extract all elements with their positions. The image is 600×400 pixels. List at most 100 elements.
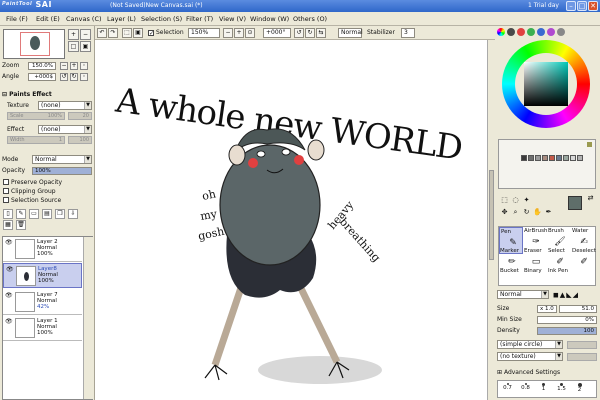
clipping-group-option[interactable]: Clipping Group	[3, 188, 56, 196]
flip-icon[interactable]: ⇆	[316, 28, 326, 38]
canvas[interactable]: A whole new WORLD oh my gosh heavy breat…	[95, 40, 487, 400]
invert-selection-icon[interactable]: ▣	[133, 28, 143, 38]
zoom-down-icon[interactable]: −	[60, 62, 68, 70]
brush-texture-select[interactable]: (no texture) ▼	[497, 352, 563, 361]
nav-actual-icon[interactable]: ▣	[80, 41, 91, 52]
selection-source-option[interactable]: Selection Source	[3, 197, 61, 205]
saturation-value-square[interactable]	[524, 62, 568, 106]
zoom-out-icon[interactable]: −	[223, 28, 233, 38]
rotate-left-icon[interactable]: ↺	[294, 28, 304, 38]
maximize-button[interactable]: □	[577, 1, 587, 11]
deselect-icon[interactable]: ⬚	[122, 28, 132, 38]
scratchpad-tab-icon[interactable]	[547, 28, 555, 36]
lasso-icon[interactable]: ◌	[511, 196, 520, 205]
stabilizer-select[interactable]: 3	[401, 28, 415, 38]
color-wheel[interactable]	[502, 40, 590, 128]
navigator-preview[interactable]	[3, 29, 65, 59]
size-slider[interactable]: 51.0	[559, 305, 597, 313]
nav-zoom-in-icon[interactable]: +	[68, 29, 79, 40]
new-layer-icon[interactable]: ▯	[3, 209, 13, 219]
menu-file[interactable]: File (F)	[6, 15, 28, 23]
rotate-tool-icon[interactable]: ↻	[522, 208, 531, 217]
zoom-in-icon[interactable]: +	[234, 28, 244, 38]
close-button[interactable]: ✕	[588, 1, 598, 11]
rect-select-icon[interactable]: ⬚	[500, 196, 509, 205]
zoom-reset-button-icon[interactable]: ◦	[80, 62, 88, 70]
brush-size-preset[interactable]: 1	[536, 381, 551, 399]
color-swatch[interactable]	[577, 155, 583, 161]
brush-bucket[interactable]: Bucket	[499, 267, 523, 287]
brush-size-preset[interactable]: 2	[572, 381, 587, 399]
brush-mode-select[interactable]: Normal ▼	[497, 290, 549, 299]
preserve-opacity-option[interactable]: Preserve Opacity	[3, 179, 62, 187]
swatch-tab-icon[interactable]	[537, 28, 545, 36]
angle-value[interactable]: +000$	[28, 73, 56, 81]
color-swatch[interactable]	[542, 155, 548, 161]
color-swatch[interactable]	[563, 155, 569, 161]
brush-deselect[interactable]: Deselect ✐	[571, 247, 596, 274]
brush-shape-select[interactable]: (simple circle) ▼	[497, 340, 563, 349]
swap-colors-icon[interactable]: ⇄	[586, 194, 595, 203]
angle-left-icon[interactable]: ↺	[60, 73, 68, 81]
selection-toggle[interactable]: ✓ Selection	[148, 28, 184, 38]
menu-window[interactable]: Window (W)	[250, 15, 289, 23]
color-swatch[interactable]	[521, 155, 527, 161]
expand-icon[interactable]: ⊞	[497, 369, 502, 376]
trash-icon[interactable]: 🗑	[16, 220, 26, 230]
menu-selection[interactable]: Selection (S)	[141, 15, 182, 23]
collapse-icon[interactable]: ⊟	[2, 91, 7, 98]
menu-others[interactable]: Others (O)	[293, 15, 327, 23]
opacity-slider[interactable]: 100%	[32, 167, 92, 175]
width-strength[interactable]: 100	[68, 136, 92, 144]
layer-item[interactable]: 👁 Layer 7 Normal 42%	[3, 290, 82, 315]
primary-color[interactable]	[568, 196, 582, 210]
undo-icon[interactable]: ↶	[97, 28, 107, 38]
brush-shape-icons[interactable]: ◼▲◣◢	[553, 290, 579, 300]
size-multiplier[interactable]: x 1.0	[537, 305, 557, 313]
move-icon[interactable]: ✥	[500, 208, 509, 217]
new-linework-layer-icon[interactable]: ✎	[16, 209, 26, 219]
eye-icon[interactable]: 👁	[5, 319, 13, 325]
color-swatch[interactable]	[570, 155, 576, 161]
nav-zoom-out-icon[interactable]: −	[80, 29, 91, 40]
zoom-select[interactable]: 150%	[188, 28, 220, 38]
scrollbar-thumb[interactable]	[489, 170, 494, 260]
minimize-button[interactable]: –	[566, 1, 576, 11]
menu-edit[interactable]: Edit (E)	[36, 15, 60, 23]
merge-down-icon[interactable]: ⇩	[68, 209, 78, 219]
eye-icon[interactable]: 👁	[5, 240, 13, 246]
color-swatch[interactable]	[556, 155, 562, 161]
min-size-slider[interactable]: 0%	[537, 316, 597, 324]
layer-mode-select[interactable]: Normal ▼	[32, 155, 92, 164]
rotation-field[interactable]: +000°	[263, 28, 291, 38]
brush-size-preset[interactable]: 1.5	[554, 381, 569, 399]
preserve-opacity-checkbox[interactable]	[3, 179, 9, 185]
layer-item[interactable]: 👁 Layer 2 Normal 100%	[3, 237, 82, 262]
scale-slider[interactable]: Scale 100%	[7, 112, 65, 120]
selection-source-checkbox[interactable]	[3, 197, 9, 203]
clipping-group-checkbox[interactable]	[3, 188, 9, 194]
clear-layer-icon[interactable]: ▦	[3, 220, 13, 230]
paints-effect-header[interactable]: ⊟ Paints Effect	[2, 91, 93, 98]
magic-wand-icon[interactable]: ✦	[522, 196, 531, 205]
texture-select[interactable]: (none) ▼	[38, 101, 92, 110]
hand-icon[interactable]: ✋	[533, 208, 542, 217]
eye-icon[interactable]: 👁	[5, 293, 13, 299]
hsv-tab-icon[interactable]	[517, 28, 525, 36]
color-wheel-tab-icon[interactable]	[497, 28, 505, 36]
copy-layer-icon[interactable]: ❐	[55, 209, 65, 219]
advanced-settings-header[interactable]: ⊞ Advanced Settings	[497, 368, 597, 378]
menu-filter[interactable]: Filter (T)	[186, 15, 213, 23]
mixer-tab-icon[interactable]	[527, 28, 535, 36]
zoom-up-icon[interactable]: +	[70, 62, 78, 70]
new-folder-icon[interactable]: ▭	[29, 209, 39, 219]
delete-layer-icon[interactable]: ▤	[42, 209, 52, 219]
menu-view[interactable]: View (V)	[219, 15, 246, 23]
color-swatch[interactable]	[528, 155, 534, 161]
zoom-value[interactable]: 150.0%	[28, 62, 56, 70]
brush-texture-strength[interactable]	[567, 353, 597, 361]
redo-icon[interactable]: ↷	[108, 28, 118, 38]
canvas-vertical-scrollbar[interactable]	[487, 40, 495, 400]
rgb-tab-icon[interactable]	[507, 28, 515, 36]
layers-scrollbar[interactable]	[83, 237, 93, 399]
